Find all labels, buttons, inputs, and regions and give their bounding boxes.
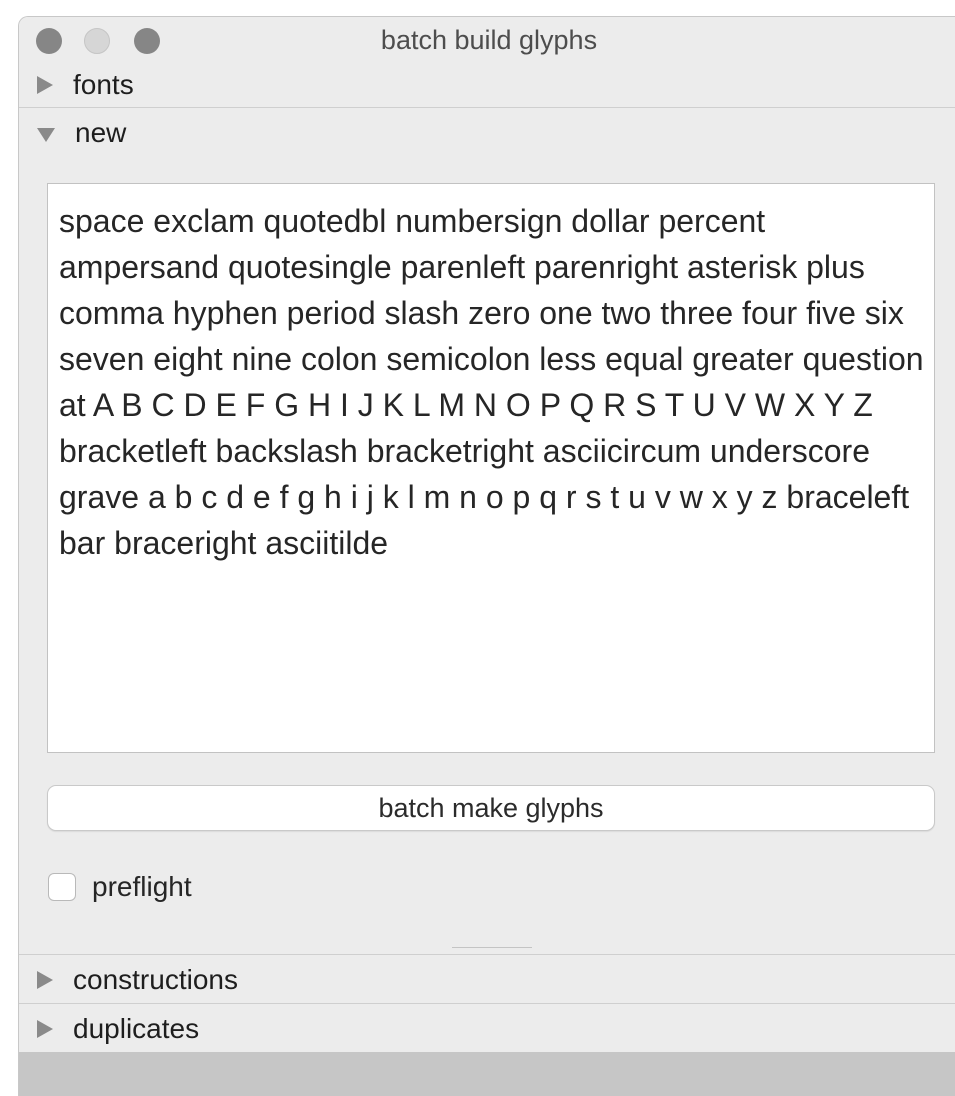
batch-make-glyphs-button[interactable]: batch make glyphs — [47, 785, 935, 831]
section-new-label: new — [75, 117, 127, 148]
section-new[interactable]: new — [19, 109, 955, 157]
disclosure-triangle-right-icon[interactable] — [37, 1020, 53, 1038]
section-fonts[interactable]: fonts — [19, 61, 955, 109]
disclosure-triangle-down-icon[interactable] — [37, 128, 55, 142]
preflight-option[interactable]: preflight — [48, 869, 192, 905]
section-divider — [19, 107, 955, 108]
section-divider — [19, 1003, 955, 1004]
disclosure-triangle-right-icon[interactable] — [37, 76, 53, 94]
section-duplicates-label: duplicates — [73, 1013, 200, 1044]
preflight-checkbox[interactable] — [48, 873, 76, 901]
section-constructions[interactable]: constructions — [19, 956, 955, 1004]
bottom-bar — [19, 1052, 955, 1096]
batch-build-glyphs-window: batch build glyphs fonts new space excla… — [18, 16, 955, 1096]
preflight-label: preflight — [92, 871, 192, 902]
section-constructions-label: constructions — [73, 964, 238, 995]
section-divider — [19, 954, 955, 955]
title-bar: batch build glyphs — [19, 17, 955, 63]
disclosure-triangle-right-icon[interactable] — [37, 971, 53, 989]
window-title: batch build glyphs — [380, 25, 598, 55]
section-fonts-label: fonts — [73, 69, 134, 100]
section-duplicates[interactable]: duplicates — [19, 1005, 955, 1053]
splitter-handle[interactable] — [452, 947, 532, 948]
glyph-names-textarea[interactable]: space exclam quotedbl numbersign dollar … — [47, 183, 935, 753]
